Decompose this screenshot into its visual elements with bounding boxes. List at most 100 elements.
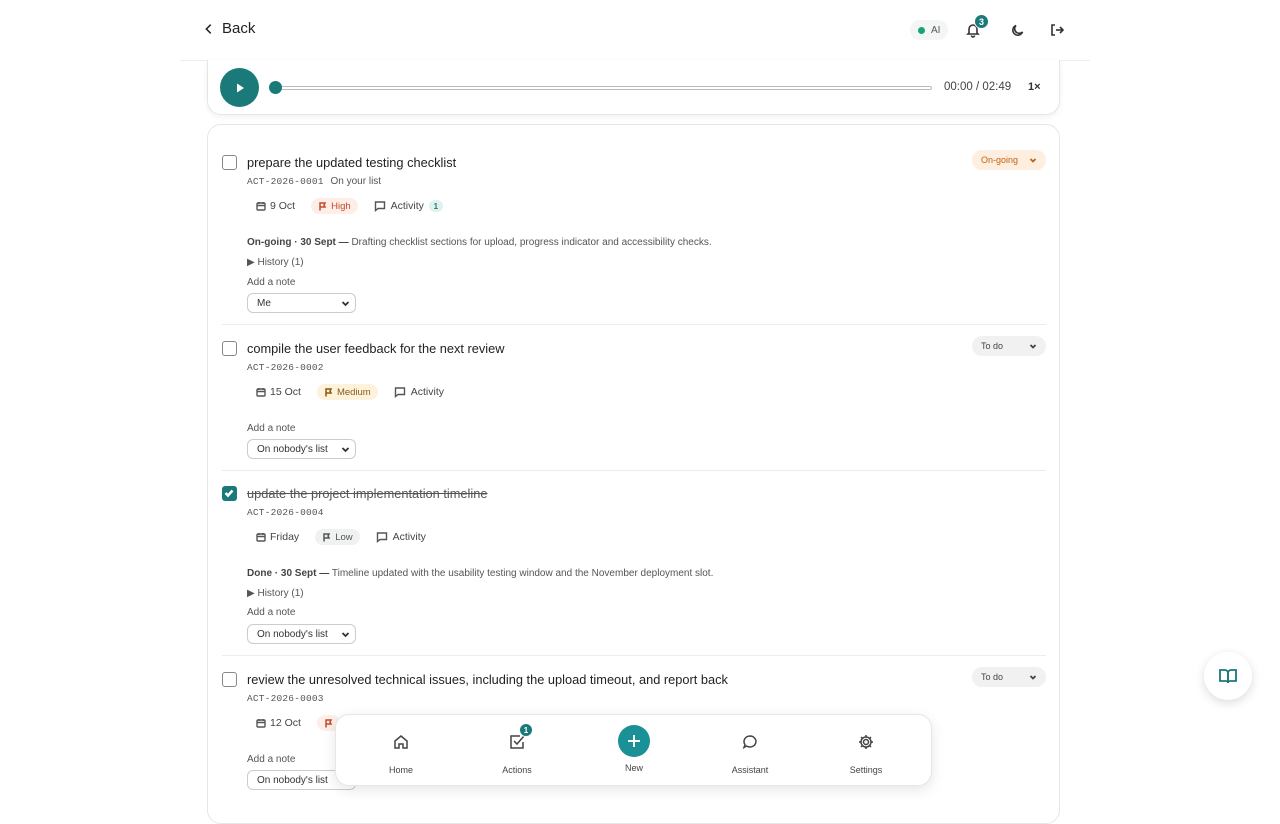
- chevron-left-icon: [205, 23, 212, 34]
- task-id: ACT-2026-0004: [247, 507, 324, 518]
- nav-assistant[interactable]: Assistant: [692, 715, 808, 787]
- task-assignee-text: On your list: [330, 176, 382, 187]
- nav-home-label: Home: [388, 765, 413, 775]
- playback-speed-button[interactable]: 1×: [1028, 81, 1041, 93]
- playback-time: 00:00 / 02:49: [944, 81, 1012, 93]
- task-checkbox[interactable]: [222, 672, 237, 687]
- back-button[interactable]: Back: [202, 20, 255, 37]
- add-note-link[interactable]: Add a note: [247, 607, 295, 618]
- calendar-icon: [256, 202, 266, 211]
- task-id: ACT-2026-0001: [247, 176, 324, 187]
- task-activity-button[interactable]: Activity: [394, 386, 444, 398]
- task-status-update: On-going · 30 Sept — Drafting checklist …: [247, 237, 712, 248]
- flag-icon: [325, 718, 333, 727]
- task-owner-select[interactable]: On nobody's list: [247, 624, 356, 644]
- task-activity-button[interactable]: Activity: [376, 531, 426, 543]
- task-status-label: To do: [981, 341, 1004, 351]
- task-checkbox[interactable]: [222, 341, 237, 356]
- task-id-line: ACT-2026-0001 On your list: [247, 176, 381, 187]
- task-owner-select[interactable]: On nobody's list: [247, 439, 356, 459]
- flag-icon: [319, 201, 327, 210]
- task-due-date[interactable]: Friday: [256, 531, 299, 543]
- add-note-link[interactable]: Add a note: [247, 754, 295, 765]
- logout-button[interactable]: [1045, 18, 1069, 42]
- task-id: ACT-2026-0002: [247, 362, 324, 373]
- task-due-date[interactable]: 15 Oct: [256, 386, 301, 398]
- task-status-dropdown[interactable]: On-going: [972, 150, 1046, 170]
- task-priority-badge[interactable]: High: [311, 198, 358, 214]
- chevron-down-icon: [341, 300, 350, 306]
- task-title[interactable]: update the project implementation timeli…: [247, 486, 487, 501]
- task-status-label: To do: [981, 672, 1004, 682]
- audio-player: 00:00 / 02:49 1×: [207, 60, 1060, 115]
- task-meta-row: Friday Low Activity: [256, 529, 426, 545]
- task-status-dropdown[interactable]: To do: [972, 667, 1046, 687]
- task-owner-value: Me: [257, 297, 271, 309]
- new-button[interactable]: [618, 725, 650, 757]
- task-due-date-label: Friday: [270, 531, 300, 543]
- task-due-date-label: 9 Oct: [270, 200, 296, 212]
- task-item: update the project implementation timeli…: [222, 484, 1046, 656]
- nav-settings[interactable]: Settings: [808, 715, 924, 787]
- nav-settings-label: Settings: [849, 765, 883, 775]
- triangle-right-icon: ▶: [247, 588, 255, 599]
- play-button[interactable]: [220, 68, 259, 107]
- flag-icon: [323, 532, 331, 541]
- task-status-update-text: Timeline updated with the usability test…: [331, 568, 714, 579]
- progress-knob[interactable]: [269, 81, 282, 94]
- task-checkbox[interactable]: [222, 486, 237, 501]
- task-status-update-prefix: On-going · 30 Sept —: [247, 237, 349, 248]
- add-note-link[interactable]: Add a note: [247, 423, 295, 434]
- task-history-label: History (1): [257, 257, 304, 268]
- guide-button[interactable]: [1204, 652, 1252, 700]
- comment-icon: [376, 532, 387, 543]
- back-label: Back: [222, 20, 256, 37]
- notifications-button[interactable]: 3: [961, 14, 989, 42]
- task-history-toggle[interactable]: ▶ History (1): [247, 257, 304, 268]
- calendar-icon: [256, 719, 266, 728]
- add-note-link[interactable]: Add a note: [247, 277, 295, 288]
- chevron-down-icon: [341, 631, 350, 637]
- triangle-right-icon: ▶: [247, 257, 255, 268]
- task-due-date[interactable]: 12 Oct: [256, 717, 301, 729]
- dark-mode-toggle[interactable]: [1006, 18, 1030, 42]
- nav-actions[interactable]: 1 Actions: [459, 715, 575, 787]
- task-due-date[interactable]: 9 Oct: [256, 200, 295, 212]
- task-item: compile the user feedback for the next r…: [222, 336, 1046, 471]
- ai-status-badge[interactable]: AI: [910, 20, 949, 40]
- task-id: ACT-2026-0003: [247, 693, 324, 704]
- chevron-down-icon: [1029, 344, 1037, 349]
- task-id-line: ACT-2026-0002: [247, 362, 324, 373]
- task-priority-label: Medium: [336, 386, 371, 398]
- bottom-navigation: Home 1 Actions New Assistant Settings: [335, 714, 932, 786]
- comment-icon: [374, 201, 385, 212]
- task-title[interactable]: prepare the updated testing checklist: [247, 155, 456, 170]
- task-title[interactable]: compile the user feedback for the next r…: [247, 341, 505, 356]
- book-icon: [1219, 669, 1237, 684]
- task-priority-badge[interactable]: Low: [315, 529, 360, 545]
- task-item: prepare the updated testing checklist On…: [222, 150, 1046, 325]
- task-activity-label: Activity: [392, 531, 426, 543]
- chevron-down-icon: [1029, 158, 1037, 163]
- logout-icon: [1051, 24, 1065, 36]
- nav-home[interactable]: Home: [343, 715, 459, 787]
- nav-assistant-label: Assistant: [731, 765, 769, 775]
- task-checkbox[interactable]: [222, 155, 237, 170]
- task-activity-button[interactable]: Activity 1: [374, 200, 443, 212]
- task-priority-badge[interactable]: Medium: [316, 384, 378, 400]
- task-status-label: On-going: [981, 155, 1019, 165]
- task-status-update-prefix: Done · 30 Sept —: [247, 568, 330, 579]
- top-bar: Back AI 3: [0, 0, 1280, 60]
- task-owner-select[interactable]: Me: [247, 293, 356, 313]
- task-title[interactable]: review the unresolved technical issues, …: [247, 672, 728, 687]
- progress-track[interactable]: [272, 86, 932, 90]
- task-meta-row: 9 Oct High Activity 1: [256, 198, 443, 214]
- task-id-line: ACT-2026-0004: [247, 507, 324, 518]
- task-history-toggle[interactable]: ▶ History (1): [247, 588, 304, 599]
- notification-count: 3: [974, 14, 989, 29]
- task-status-dropdown[interactable]: To do: [972, 336, 1046, 356]
- nav-actions-badge: 1: [519, 723, 533, 737]
- nav-new[interactable]: New: [576, 715, 692, 787]
- task-due-date-label: 15 Oct: [270, 386, 301, 398]
- calendar-icon: [256, 388, 266, 397]
